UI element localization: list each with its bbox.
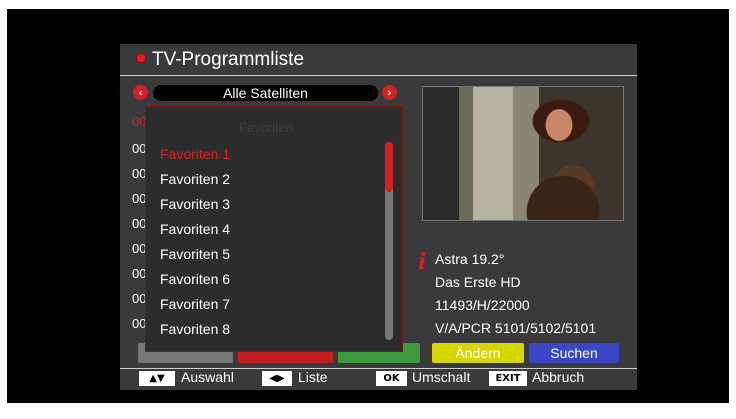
chevron-left-icon[interactable]: ‹ — [133, 85, 148, 100]
info-channel: Das Erste HD — [435, 274, 521, 290]
menu-icon — [136, 53, 146, 63]
popup-item[interactable]: Favoriten 6 — [160, 271, 230, 287]
popup-scrollbar[interactable] — [385, 142, 393, 340]
satellite-label: Alle Satelliten — [223, 85, 308, 101]
blue-button[interactable]: Suchen — [529, 343, 619, 363]
popup-item[interactable]: Favoriten 1 — [160, 146, 230, 162]
popup-item[interactable]: Favoriten 5 — [160, 246, 230, 262]
chevron-right-icon[interactable]: › — [382, 85, 397, 100]
info-pids: V/A/PCR 5101/5102/5101 — [435, 320, 597, 336]
left-right-key: ◀▶ — [262, 371, 292, 386]
video-preview — [422, 86, 624, 221]
popup-item[interactable]: Favoriten 2 — [160, 171, 230, 187]
title-divider — [120, 75, 637, 76]
info-satellite: Astra 19.2° — [435, 251, 505, 267]
title-bar: TV-Programmliste — [120, 44, 637, 74]
hint-select: Auswahl — [181, 369, 234, 385]
popup-item[interactable]: Favoriten 4 — [160, 221, 230, 237]
favorites-popup: Favoriten Favoriten 1 Favoriten 2 Favori… — [145, 106, 403, 352]
popup-item[interactable]: Favoriten 7 — [160, 296, 230, 312]
popup-item[interactable]: Favoriten 8 — [160, 321, 230, 337]
hint-cancel: Abbruch — [532, 369, 585, 385]
info-transponder: 11493/H/22000 — [435, 297, 530, 313]
popup-title: Favoriten — [238, 120, 294, 135]
yellow-button[interactable]: Ändern — [432, 343, 524, 363]
hint-switch: Umschalt — [412, 369, 471, 385]
up-down-key: ▲▼ — [139, 371, 175, 386]
satellite-selector[interactable]: Alle Satelliten — [153, 85, 378, 101]
exit-key: EXIT — [489, 371, 527, 386]
popup-item[interactable]: Favoriten 3 — [160, 196, 230, 212]
hint-list: Liste — [298, 369, 328, 385]
ok-key: OK — [376, 371, 407, 386]
info-icon: i — [418, 249, 427, 275]
page-title: TV-Programmliste — [152, 49, 305, 70]
scroll-thumb[interactable] — [385, 142, 393, 192]
